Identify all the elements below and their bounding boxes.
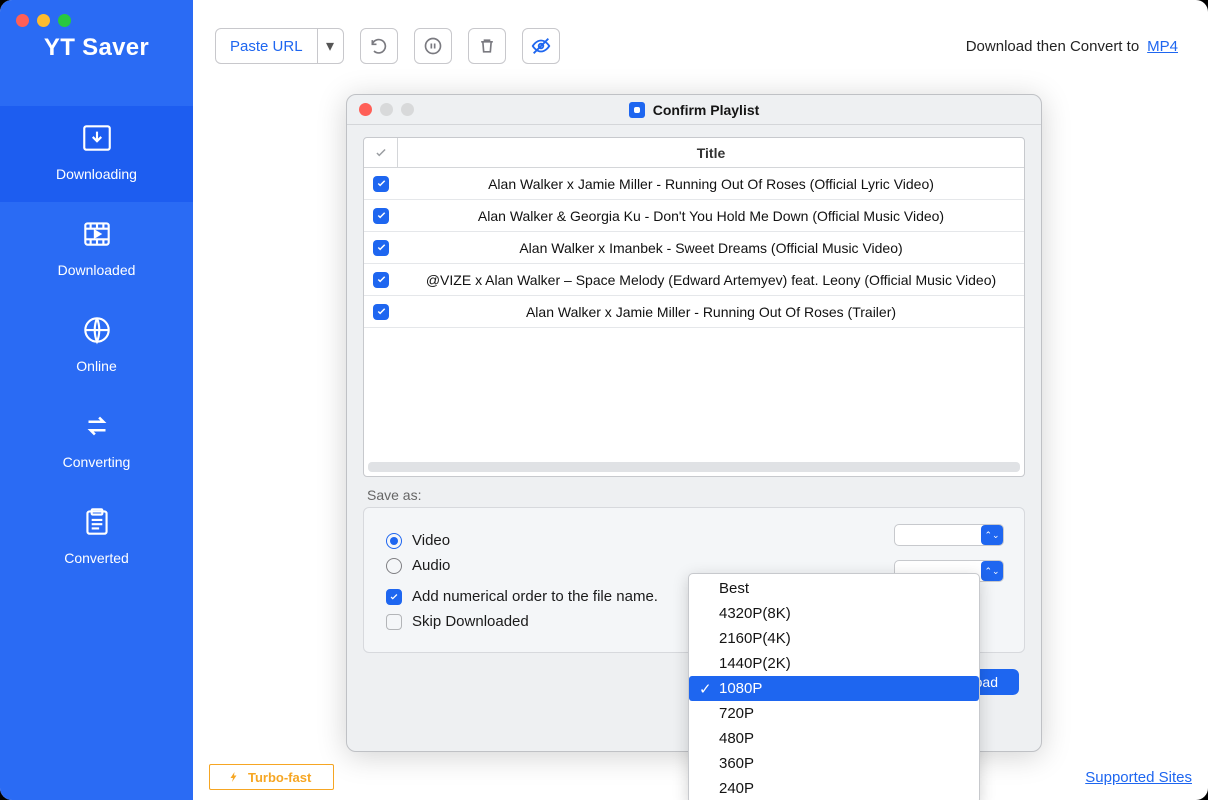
row-checkbox[interactable] [364, 296, 398, 327]
paste-icon [79, 504, 115, 540]
table-row[interactable]: Alan Walker x Jamie Miller - Running Out… [364, 168, 1024, 200]
dialog-close[interactable] [359, 103, 372, 116]
sidebar-item-label: Converted [64, 550, 129, 566]
pause-icon[interactable] [414, 28, 452, 64]
trash-icon[interactable] [468, 28, 506, 64]
dialog-minimize [380, 103, 393, 116]
turbo-label: Turbo-fast [248, 770, 311, 785]
convert-to-bar: Download then Convert to MP4 [966, 38, 1186, 55]
paste-url-dropdown-toggle[interactable]: ▾ [317, 29, 343, 63]
app-title: YT Saver [44, 34, 149, 62]
row-title: Alan Walker & Georgia Ku - Don't You Hol… [398, 208, 1024, 224]
turbo-fast-button[interactable]: Turbo-fast [209, 764, 334, 790]
sidebar-item-label: Downloading [56, 166, 137, 182]
dropdown-item[interactable]: 480P [689, 726, 979, 751]
table-row[interactable]: Alan Walker x Imanbek - Sweet Dreams (Of… [364, 232, 1024, 264]
dropdown-item[interactable]: 4320P(8K) [689, 601, 979, 626]
minimize-window[interactable] [37, 14, 50, 27]
dropdown-item[interactable]: Best [689, 576, 979, 601]
supported-sites-link[interactable]: Supported Sites [1085, 769, 1192, 786]
close-window[interactable] [16, 14, 29, 27]
sidebar-item-online[interactable]: Online [0, 298, 193, 394]
row-checkbox[interactable] [364, 232, 398, 263]
window-traffic-lights [16, 14, 71, 27]
sidebar-item-converting[interactable]: Converting [0, 394, 193, 490]
hide-icon[interactable] [522, 28, 560, 64]
app-window: YT Saver Downloading Downloaded [0, 0, 1208, 800]
sidebar-item-label: Online [76, 358, 116, 374]
resolution-dropdown[interactable]: Best4320P(8K)2160P(4K)1440P(2K)1080P720P… [688, 573, 980, 800]
convert-format-link[interactable]: MP4 [1147, 38, 1178, 55]
dropdown-item[interactable]: 1440P(2K) [689, 651, 979, 676]
paste-url-label: Paste URL [216, 38, 317, 55]
row-title: Alan Walker x Imanbek - Sweet Dreams (Of… [398, 240, 1024, 256]
option-video-label: Video [412, 532, 450, 549]
playlist-icon [629, 102, 645, 118]
video-resolution-select[interactable]: ⌃⌄ [894, 524, 1004, 546]
option-audio-label: Audio [412, 557, 450, 574]
save-as-label: Save as: [367, 487, 1021, 503]
table-row[interactable]: Alan Walker & Georgia Ku - Don't You Hol… [364, 200, 1024, 232]
checkbox-add-order[interactable] [386, 589, 402, 605]
add-order-label: Add numerical order to the file name. [412, 588, 658, 605]
playlist-table: Title Alan Walker x Jamie Miller - Runni… [363, 137, 1025, 477]
row-checkbox[interactable] [364, 200, 398, 231]
sidebar-item-label: Downloaded [58, 262, 136, 278]
row-title: @VIZE x Alan Walker – Space Melody (Edwa… [398, 272, 1024, 288]
dialog-title: Confirm Playlist [347, 102, 1041, 118]
download-icon [79, 120, 115, 156]
table-row[interactable]: @VIZE x Alan Walker – Space Melody (Edwa… [364, 264, 1024, 296]
dropdown-item[interactable]: 240P [689, 776, 979, 800]
checkbox-skip-downloaded[interactable] [386, 614, 402, 630]
title-column-header: Title [398, 145, 1024, 161]
sidebar-item-downloading[interactable]: Downloading [0, 106, 193, 202]
playlist-header: Title [364, 138, 1024, 168]
dropdown-item[interactable]: 1080P [689, 676, 979, 701]
maximize-window[interactable] [58, 14, 71, 27]
row-title: Alan Walker x Jamie Miller - Running Out… [398, 176, 1024, 192]
toolbar: Paste URL ▾ Download then Convert to MP4 [193, 0, 1208, 74]
convert-label: Download then Convert to [966, 38, 1139, 55]
select-all-checkbox[interactable] [364, 138, 398, 167]
paste-url-button[interactable]: Paste URL ▾ [215, 28, 344, 64]
sidebar-item-converted[interactable]: Converted [0, 490, 193, 586]
dialog-titlebar: Confirm Playlist [347, 95, 1041, 125]
sidebar: YT Saver Downloading Downloaded [0, 0, 193, 800]
sidebar-item-downloaded[interactable]: Downloaded [0, 202, 193, 298]
video-file-icon [79, 216, 115, 252]
sidebar-item-label: Converting [63, 454, 131, 470]
dropdown-item[interactable]: 720P [689, 701, 979, 726]
undo-icon[interactable] [360, 28, 398, 64]
playlist-scrollbar[interactable] [368, 462, 1020, 472]
table-row[interactable]: Alan Walker x Jamie Miller - Running Out… [364, 296, 1024, 328]
dialog-traffic-lights [359, 103, 414, 116]
row-checkbox[interactable] [364, 168, 398, 199]
row-title: Alan Walker x Jamie Miller - Running Out… [398, 304, 1024, 320]
dropdown-item[interactable]: 2160P(4K) [689, 626, 979, 651]
radio-video[interactable] [386, 533, 402, 549]
playlist-rows: Alan Walker x Jamie Miller - Running Out… [364, 168, 1024, 328]
convert-icon [79, 408, 115, 444]
bolt-icon [228, 771, 240, 783]
dialog-title-text: Confirm Playlist [653, 102, 760, 118]
skip-downloaded-label: Skip Downloaded [412, 613, 529, 630]
chevrons-icon: ⌃⌄ [981, 525, 1003, 545]
confirm-playlist-dialog: Confirm Playlist Title Alan Walker x Jam… [346, 94, 1042, 752]
globe-icon [79, 312, 115, 348]
dialog-maximize [401, 103, 414, 116]
row-checkbox[interactable] [364, 264, 398, 295]
chevrons-icon: ⌃⌄ [981, 561, 1003, 581]
radio-audio[interactable] [386, 558, 402, 574]
dropdown-item[interactable]: 360P [689, 751, 979, 776]
